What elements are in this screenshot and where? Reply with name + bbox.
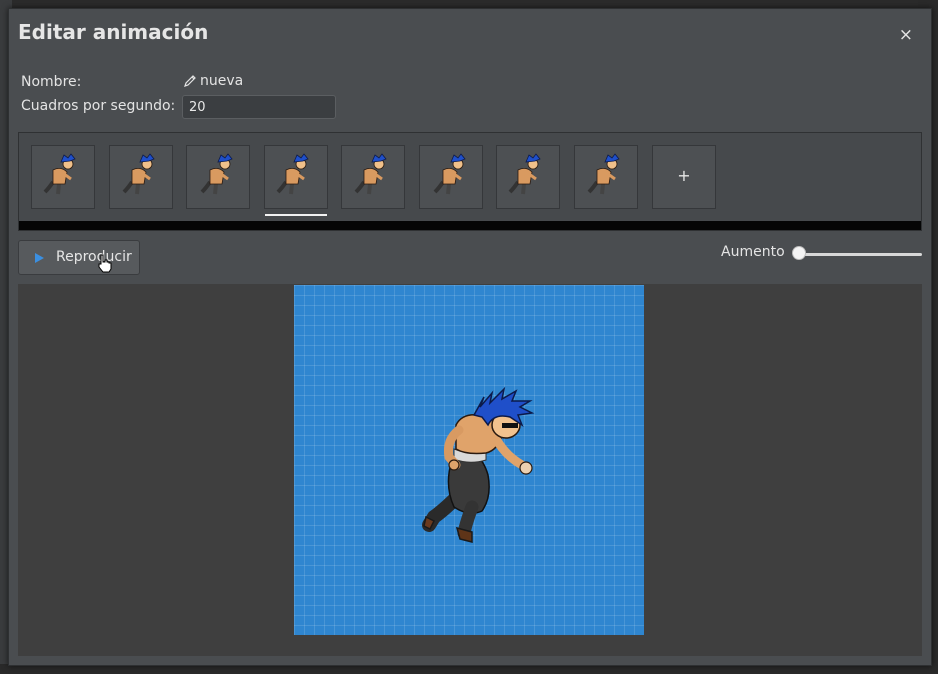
name-field[interactable]: nueva	[183, 73, 243, 89]
frame-sprite	[433, 153, 466, 195]
frame-sprite	[276, 153, 309, 195]
play-button[interactable]: Reproducir	[18, 240, 140, 275]
frame-thumbnail[interactable]	[109, 145, 173, 209]
pencil-icon	[184, 75, 196, 87]
character-sprite	[422, 386, 535, 543]
frame-sprite	[354, 153, 387, 195]
frame-thumbnail[interactable]	[186, 145, 250, 209]
frames-strip: +	[18, 132, 922, 231]
frame-sprite	[200, 153, 233, 195]
frame-sprite	[122, 153, 155, 195]
frame-sprite	[587, 153, 620, 195]
close-icon[interactable]: ×	[899, 25, 913, 45]
frame-sprite	[508, 153, 541, 195]
fps-input[interactable]	[182, 95, 336, 119]
edit-animation-dialog: Editar animación × Nombre: nueva Cuadros…	[8, 8, 932, 666]
name-value: nueva	[200, 73, 244, 89]
frame-thumbnail[interactable]	[31, 145, 95, 209]
zoom-slider-thumb[interactable]	[792, 246, 806, 260]
hand-cursor-icon	[98, 254, 112, 273]
fps-label: Cuadros por segundo:	[21, 98, 176, 114]
dialog-title: Editar animación	[18, 20, 209, 44]
zoom-slider-track[interactable]	[800, 253, 922, 256]
name-label: Nombre:	[21, 74, 82, 90]
frames-scrollbar[interactable]	[19, 221, 921, 230]
zoom-label: Aumento	[721, 244, 785, 260]
frame-thumbnail[interactable]	[341, 145, 405, 209]
frame-thumbnail[interactable]	[574, 145, 638, 209]
frame-thumbnail[interactable]	[264, 145, 328, 216]
frame-thumbnail[interactable]	[496, 145, 560, 209]
frame-thumbnail[interactable]	[419, 145, 483, 209]
add-frame-button[interactable]: +	[652, 145, 716, 209]
play-icon	[35, 253, 44, 263]
preview-area	[18, 284, 922, 656]
frame-sprite	[43, 153, 76, 195]
play-button-label: Reproducir	[56, 249, 132, 265]
preview-canvas	[294, 285, 644, 635]
